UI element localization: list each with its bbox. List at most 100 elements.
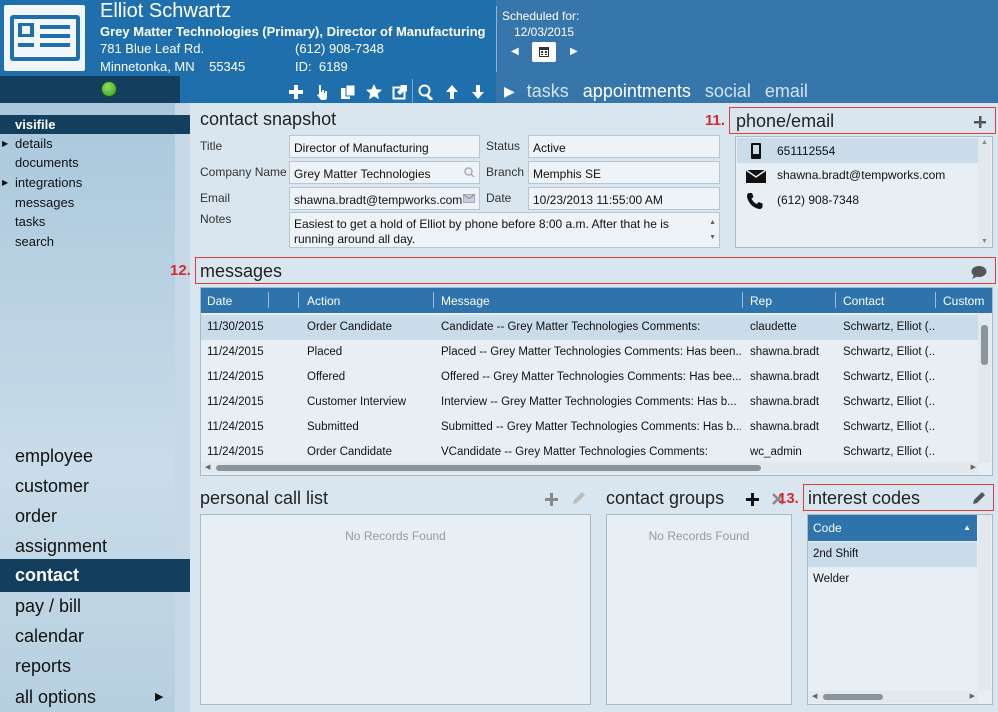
date-field[interactable]: 10/23/2013 11:55:00 AM [528, 187, 720, 210]
notes-field[interactable]: Easiest to get a hold of Elliot by phone… [289, 212, 720, 248]
notes-label: Notes [200, 212, 232, 226]
nav-customer[interactable]: customer [0, 471, 175, 501]
table-cell: Offered -- Grey Matter Technologies Comm… [441, 371, 741, 383]
column-header[interactable]: Date [207, 294, 232, 308]
nav-employee[interactable]: employee [0, 441, 175, 471]
table-row[interactable]: 2nd Shift [808, 542, 977, 567]
sort-asc-icon[interactable]: ▲ [963, 523, 971, 532]
scroll-up-icon[interactable]: ▲ [709, 215, 716, 230]
duplicate-icon[interactable] [338, 82, 358, 102]
company-field[interactable]: Grey Matter Technologies [289, 161, 480, 184]
table-cell: Schwartz, Elliot (... [843, 446, 935, 458]
play-icon[interactable]: ▶ [504, 83, 515, 100]
status-label: Status [486, 139, 521, 153]
add-icon[interactable] [746, 493, 759, 506]
table-cell: shawna.bradt [750, 396, 820, 408]
prev-date-icon[interactable]: ◀ [511, 46, 519, 57]
horizontal-scrollbar[interactable]: ◀ ▶ [202, 462, 979, 474]
scrollbar[interactable]: ▲ ▼ [978, 138, 991, 246]
scroll-down-icon[interactable]: ▼ [981, 238, 988, 245]
table-cell: 11/24/2015 [207, 421, 264, 433]
edit-pencil-icon[interactable] [971, 491, 986, 506]
table-cell: 11/30/2015 [207, 321, 264, 333]
column-header[interactable]: Action [307, 294, 340, 308]
scroll-right-icon[interactable]: ▶ [970, 692, 975, 700]
sidebar-item-search[interactable]: search [0, 232, 190, 251]
nav-reports[interactable]: reports [0, 651, 175, 681]
status-field[interactable]: Active [528, 135, 720, 158]
sidebar-item-messages[interactable]: messages [0, 193, 190, 212]
nav-all-options[interactable]: all options [0, 682, 175, 712]
table-cell: 11/24/2015 [207, 446, 264, 458]
scroll-down-icon[interactable]: ▼ [709, 230, 716, 245]
column-header[interactable]: Code [813, 521, 842, 535]
scroll-left-icon[interactable]: ◀ [812, 692, 817, 700]
list-item[interactable]: 651112554 [737, 138, 978, 163]
nav-assignment[interactable]: assignment [0, 531, 175, 561]
nav-order[interactable]: order [0, 501, 175, 531]
scrollbar-thumb[interactable] [981, 325, 988, 365]
hand-pointer-icon[interactable] [312, 82, 332, 102]
contact-company-line: Grey Matter Technologies (Primary), Dire… [100, 24, 486, 39]
nav-contact[interactable]: contact [0, 559, 190, 592]
add-icon[interactable] [545, 493, 558, 506]
tab-tasks[interactable]: tasks [527, 81, 569, 102]
sidebar-item-details[interactable]: ▶ details [0, 134, 190, 153]
column-header[interactable]: Rep [750, 294, 772, 308]
list-item[interactable]: (612) 908-7348 [737, 188, 978, 213]
sidebar-item-tasks[interactable]: tasks [0, 212, 190, 231]
email-field[interactable]: shawna.bradt@tempworks.com [289, 187, 480, 210]
search-icon[interactable] [464, 167, 475, 178]
add-icon[interactable] [974, 116, 986, 128]
column-divider [935, 292, 936, 308]
contact-groups-title: contact groups [606, 488, 725, 508]
table-row[interactable]: 11/24/2015 Placed Placed -- Grey Matter Te… [201, 340, 978, 365]
next-date-icon[interactable]: ▶ [570, 46, 578, 57]
table-row[interactable]: 11/24/2015 Submitted Submitted -- Grey Mat… [201, 415, 978, 440]
sidebar-item-visifile[interactable]: visifile [0, 115, 190, 134]
company-label: Company Name [200, 165, 287, 179]
comment-icon[interactable] [971, 266, 987, 279]
scroll-right-icon[interactable]: ▶ [971, 463, 976, 471]
table-cell: Offered [307, 371, 346, 383]
title-field[interactable]: Director of Manufacturing [289, 135, 480, 158]
sidebar-item-documents[interactable]: documents [0, 153, 190, 172]
scrollbar-thumb[interactable] [823, 694, 883, 700]
tab-email[interactable]: email [765, 81, 808, 102]
horizontal-scrollbar[interactable]: ◀ ▶ [809, 691, 978, 703]
table-row[interactable]: 11/30/2015 Order Candidate Candidate -- Gr… [201, 315, 978, 340]
add-icon[interactable] [286, 82, 306, 102]
calendar-button[interactable] [532, 42, 556, 62]
search-icon[interactable] [416, 82, 436, 102]
table-row[interactable]: 11/24/2015 Offered Offered -- Grey Matter … [201, 365, 978, 390]
edit-pencil-icon[interactable] [571, 491, 586, 506]
vertical-scrollbar[interactable] [978, 313, 991, 463]
callout-number: 13. [778, 490, 799, 507]
tab-appointments[interactable]: appointments [583, 81, 691, 102]
arrow-down-icon[interactable] [468, 82, 488, 102]
scrollbar-thumb[interactable] [216, 465, 761, 471]
column-header[interactable]: Contact [843, 294, 884, 308]
arrow-up-icon[interactable] [442, 82, 462, 102]
table-cell: Interview -- Grey Matter Technologies Co… [441, 396, 737, 408]
scroll-up-icon[interactable]: ▲ [981, 139, 988, 146]
sidebar-item-integrations[interactable]: ▶ integrations [0, 173, 190, 192]
list-item[interactable]: shawna.bradt@tempworks.com [737, 163, 978, 188]
star-icon[interactable] [364, 82, 384, 102]
nav-pay-bill[interactable]: pay / bill [0, 591, 175, 621]
external-link-icon[interactable] [390, 82, 410, 102]
envelope-icon[interactable] [463, 194, 475, 203]
scroll-left-icon[interactable]: ◀ [205, 463, 210, 471]
table-cell: Submitted [307, 421, 359, 433]
branch-field[interactable]: Memphis SE [528, 161, 720, 184]
phone-number: (612) 908-7348 [777, 193, 860, 207]
nav-calendar[interactable]: calendar [0, 621, 175, 651]
contact-groups-panel: No Records Found [606, 514, 792, 705]
column-header[interactable]: Message [441, 294, 490, 308]
table-row[interactable]: 11/24/2015 Customer Interview Interview --… [201, 390, 978, 415]
vertical-scrollbar[interactable] [978, 515, 991, 691]
tab-social[interactable]: social [705, 81, 751, 102]
table-row[interactable]: Welder [808, 567, 977, 592]
column-header[interactable]: Custom [943, 294, 984, 308]
table-cell: Schwartz, Elliot (... [843, 371, 935, 383]
